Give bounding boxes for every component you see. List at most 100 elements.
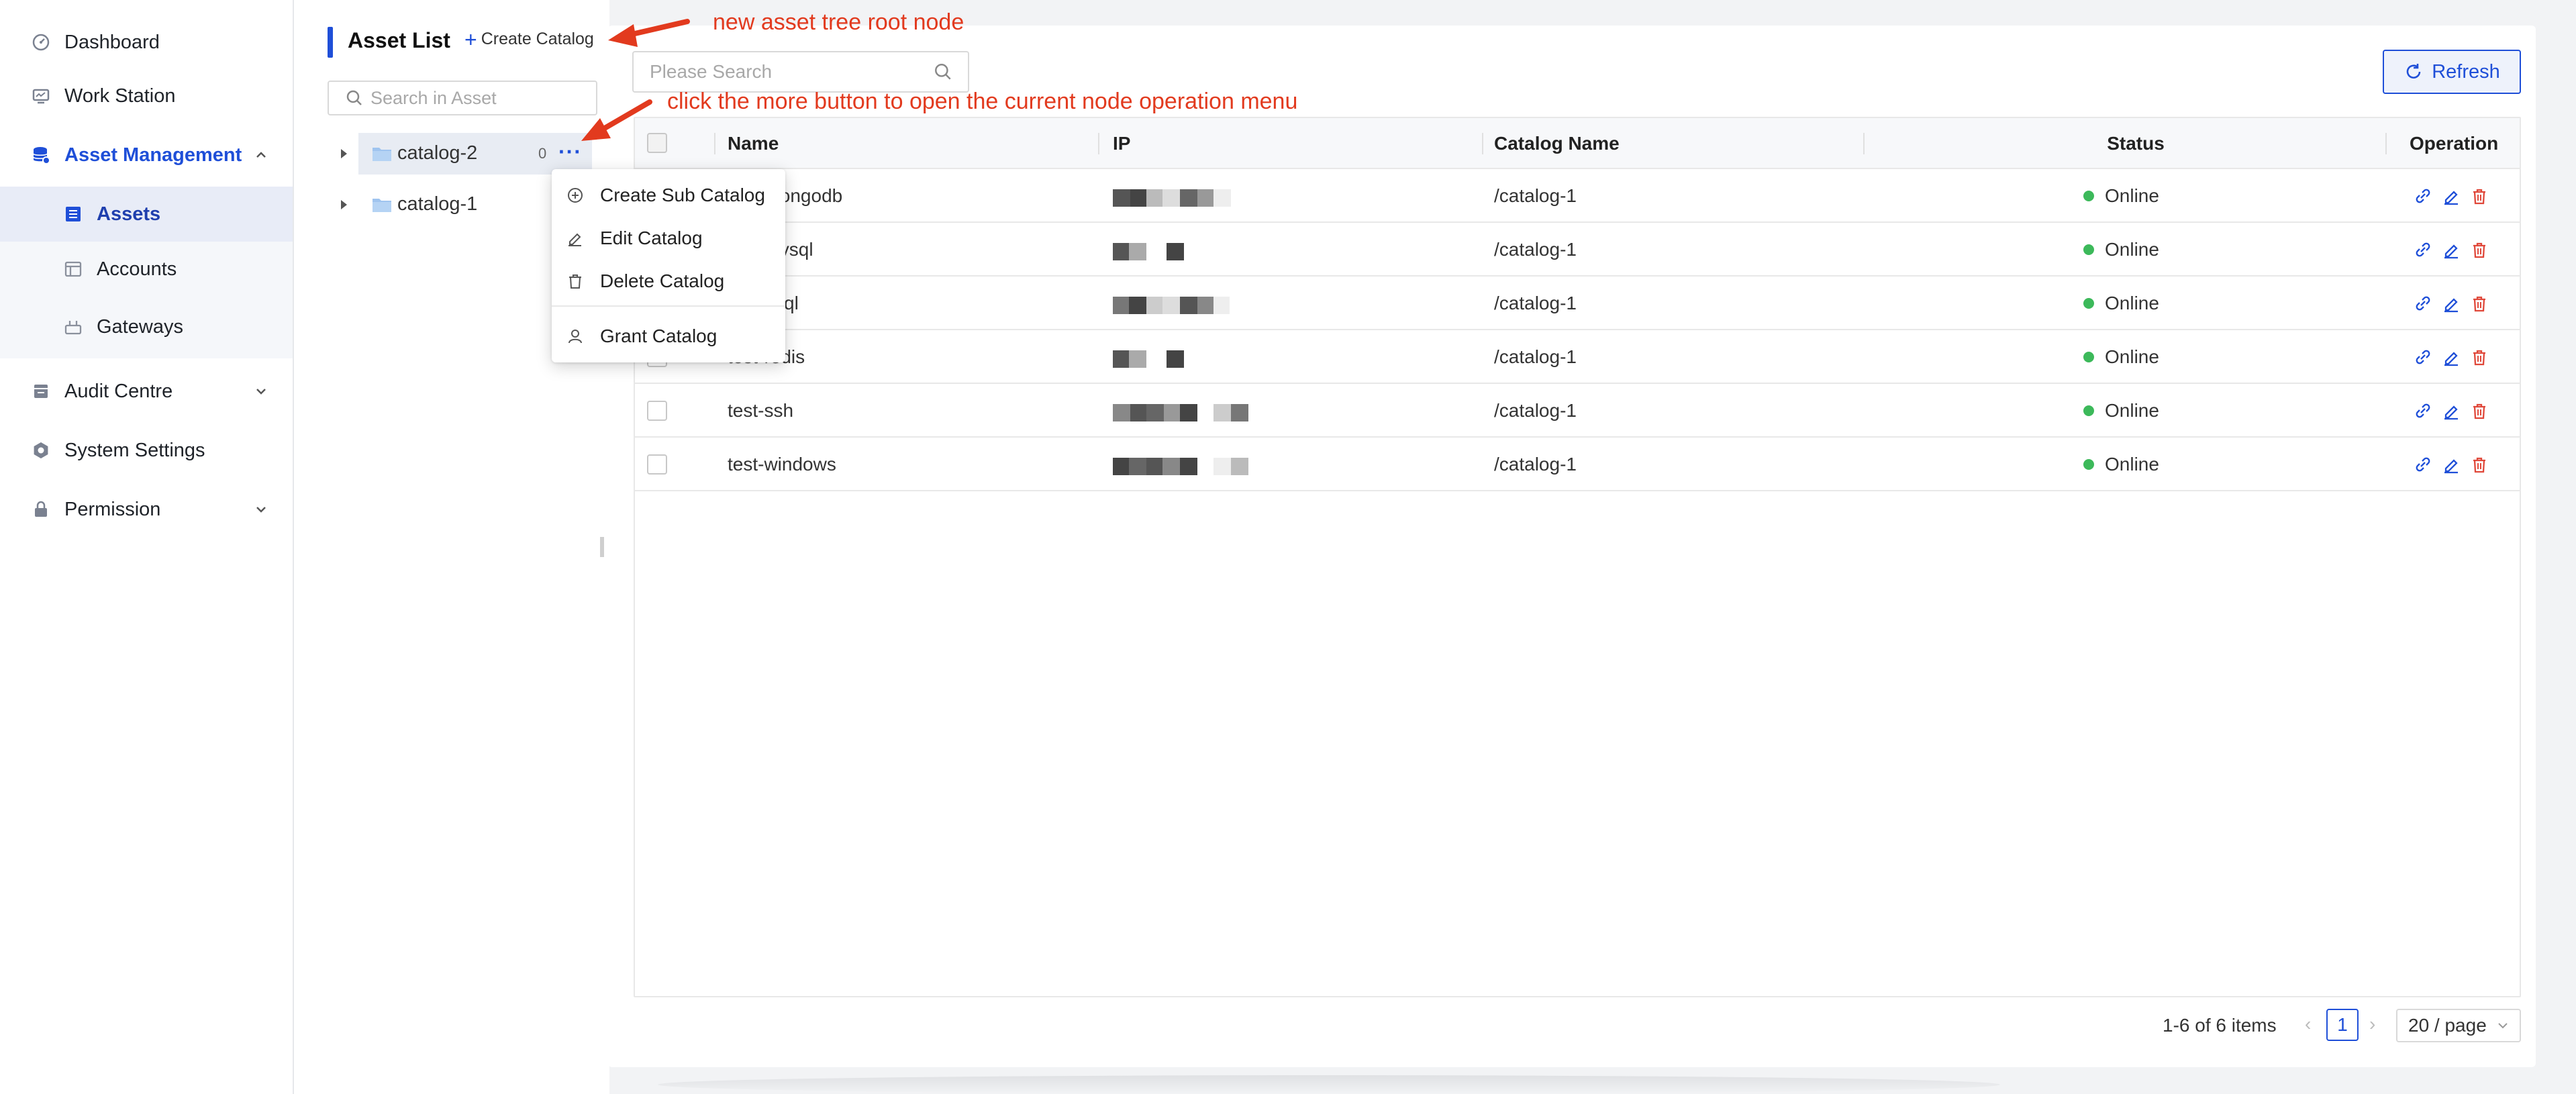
page-button-current[interactable]: 1 [2326,1009,2359,1041]
column-header-catalog-name[interactable]: Catalog Name [1494,118,1620,169]
ip-masked [1113,243,1184,260]
menu-item-delete-catalog[interactable]: Delete Catalog [552,262,785,301]
refresh-button[interactable]: Refresh [2383,50,2521,94]
trash-icon[interactable] [2470,348,2489,366]
column-separator [1863,133,1865,154]
sidebar-item-label: Accounts [97,258,177,280]
main-search-box[interactable] [632,51,969,93]
sidebar-item-gateways[interactable]: Gateways [0,299,293,354]
sidebar-item-label: System Settings [64,439,205,461]
sidebar-item-assets[interactable]: Assets [0,187,293,242]
select-all-checkbox[interactable] [647,133,667,153]
sidebar-item-permission[interactable]: Permission [0,482,293,537]
row-checkbox[interactable] [647,454,667,475]
menu-item-edit-catalog[interactable]: Edit Catalog [552,219,785,258]
tree-search-input[interactable] [370,87,585,109]
plus-icon: + [464,27,477,52]
sidebar-item-label: Asset Management [64,144,242,166]
chevron-right-icon[interactable]: › [2369,1013,2375,1035]
row-checkbox[interactable] [647,401,667,421]
menu-item-label: Grant Catalog [600,326,717,346]
edit-icon[interactable] [2442,294,2461,313]
table-row[interactable]: test-mongodb /catalog-1 Online [635,169,2520,223]
trash-icon[interactable] [2470,455,2489,474]
menu-item-label: Edit Catalog [600,228,703,248]
search-icon [346,90,362,105]
gear-icon [31,440,51,460]
catalog-name: /catalog-1 [1494,185,1577,206]
status-badge: Online [2083,277,2159,330]
folder-icon [373,199,391,212]
status-badge: Online [2083,169,2159,223]
link-icon[interactable] [2414,294,2432,313]
link-icon[interactable] [2414,348,2432,366]
column-separator [1098,133,1099,154]
annotation-more-button: click the more button to open the curren… [667,89,1298,114]
panel-resize-handle[interactable] [600,537,604,557]
caret-right-icon[interactable] [341,200,347,209]
chevron-down-icon [256,507,266,513]
asset-name: test-windows [728,454,836,475]
sidebar-item-system-settings[interactable]: System Settings [0,423,293,478]
sidebar-item-label: Dashboard [64,31,160,53]
link-icon[interactable] [2414,401,2432,420]
online-dot-icon [2083,459,2094,470]
trash-icon[interactable] [2470,294,2489,313]
status-badge: Online [2083,384,2159,438]
edit-icon [568,233,581,246]
edit-icon[interactable] [2442,401,2461,420]
menu-item-create-sub-catalog[interactable]: Create Sub Catalog [552,176,785,215]
chevron-left-icon[interactable]: ‹ [2305,1013,2311,1035]
database-icon [31,145,51,165]
page-size-select[interactable]: 20 / page [2396,1009,2521,1042]
table-row[interactable]: test-psql /catalog-1 Online [635,277,2520,330]
sidebar-item-label: Audit Centre [64,380,173,402]
caret-right-icon[interactable] [341,149,347,158]
sidebar-item-audit-centre[interactable]: Audit Centre [0,364,293,419]
more-icon[interactable]: ··· [558,141,582,162]
edit-icon[interactable] [2442,240,2461,259]
link-icon[interactable] [2414,187,2432,205]
column-header-status[interactable]: Status [2095,118,2176,169]
tree-node-catalog-1[interactable]: catalog-1 [333,184,534,226]
page-size-value: 20 / page [2408,1015,2487,1036]
main-search-input[interactable] [650,61,932,83]
edit-icon[interactable] [2442,348,2461,366]
column-header-ip[interactable]: IP [1113,118,1130,169]
menu-item-grant-catalog[interactable]: Grant Catalog [552,317,785,356]
asset-name: test-ssh [728,400,794,421]
tree-node-catalog-2[interactable]: catalog-2 0 ··· [341,133,592,175]
search-icon[interactable] [933,62,953,82]
accounts-icon [63,259,83,279]
column-header-name[interactable]: Name [728,118,779,169]
column-separator [1482,133,1483,154]
sidebar-item-dashboard[interactable]: Dashboard [0,15,293,70]
sidebar-item-work-station[interactable]: Work Station [0,68,293,123]
table-row[interactable]: test-mysql /catalog-1 Online [635,223,2520,277]
create-catalog-button[interactable]: + Create Catalog [464,27,594,52]
table-row[interactable]: test-redis /catalog-1 Online [635,330,2520,384]
edit-icon[interactable] [2442,455,2461,474]
tree-search-box[interactable] [328,81,597,115]
user-icon [568,330,582,344]
link-icon[interactable] [2414,455,2432,474]
pagination-info: 1-6 of 6 items [2163,1015,2277,1036]
trash-icon[interactable] [2470,401,2489,420]
sidebar-item-label: Gateways [97,315,183,338]
tree-node-count: 0 [538,145,547,162]
sidebar: Dashboard Work Station Asset Management … [0,0,294,1094]
column-header-operation: Operation [2410,133,2499,154]
ip-masked [1113,404,1248,421]
table-row[interactable]: test-ssh /catalog-1 Online [635,384,2520,438]
trash-icon[interactable] [2470,240,2489,259]
table-row[interactable]: test-windows /catalog-1 Online [635,438,2520,491]
trash-icon[interactable] [2470,187,2489,205]
status-badge: Online [2083,330,2159,384]
sidebar-item-asset-management[interactable]: Asset Management [0,128,293,183]
node-operation-menu: Create Sub Catalog Edit Catalog Delete C… [552,169,785,362]
catalog-name: /catalog-1 [1494,346,1577,367]
sidebar-item-accounts[interactable]: Accounts [0,242,293,297]
link-icon[interactable] [2414,240,2432,259]
edit-icon[interactable] [2442,187,2461,205]
asset-table: Name IP Catalog Name Status Operation te… [634,117,2521,997]
